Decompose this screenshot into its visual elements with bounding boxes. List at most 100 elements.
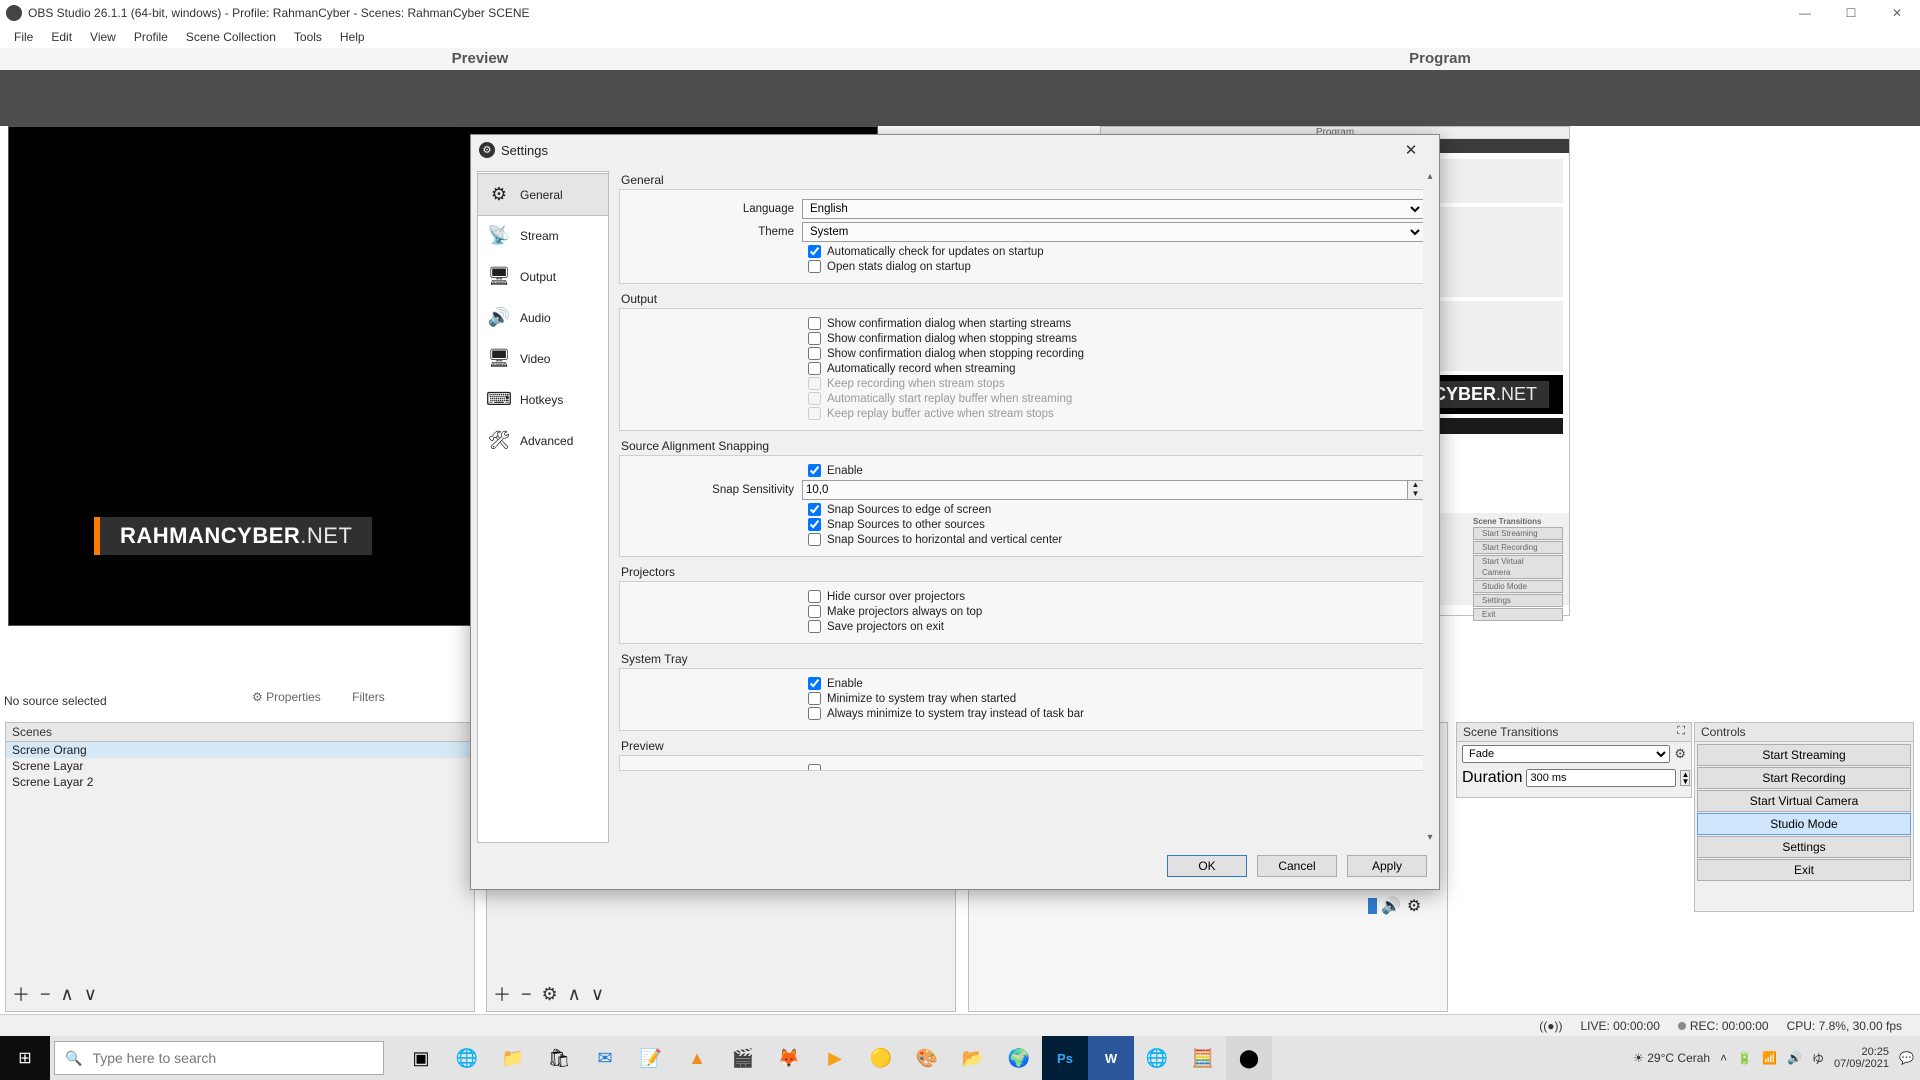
- confirm-stop-stream-checkbox[interactable]: [808, 332, 821, 345]
- transition-select[interactable]: Fade: [1462, 745, 1670, 763]
- sidebar-item-output[interactable]: 🖥Output: [478, 256, 608, 297]
- close-button[interactable]: ✕: [1874, 0, 1920, 26]
- tray-lang-icon[interactable]: ゆ: [1812, 1050, 1824, 1067]
- sidebar-item-general[interactable]: ⚙General: [477, 173, 609, 216]
- sidebar-item-hotkeys[interactable]: ⌨Hotkeys: [478, 379, 608, 420]
- globe-icon[interactable]: 🌐: [1134, 1036, 1180, 1080]
- sidebar-item-audio[interactable]: 🔊Audio: [478, 297, 608, 338]
- apply-button[interactable]: Apply: [1347, 855, 1427, 877]
- scene-item[interactable]: Screne Layar: [6, 758, 474, 774]
- properties-button[interactable]: ⚙ Properties: [252, 690, 335, 704]
- studio-mode-button[interactable]: Studio Mode: [1697, 813, 1911, 835]
- obs-task-icon[interactable]: ⬤: [1226, 1036, 1272, 1080]
- settings-scrollbar[interactable]: ▴ ▾: [1423, 171, 1437, 843]
- save-projectors-checkbox[interactable]: [808, 620, 821, 633]
- snap-other-checkbox[interactable]: [808, 518, 821, 531]
- ok-button[interactable]: OK: [1167, 855, 1247, 877]
- start-recording-button[interactable]: Start Recording: [1697, 767, 1911, 789]
- video-editor-icon[interactable]: 🎬: [720, 1036, 766, 1080]
- maximize-button[interactable]: ☐: [1828, 0, 1874, 26]
- menu-tools[interactable]: Tools: [286, 28, 330, 46]
- settings-button[interactable]: Settings: [1697, 836, 1911, 858]
- scroll-down-icon[interactable]: ▾: [1427, 832, 1432, 843]
- snap-edge-checkbox[interactable]: [808, 503, 821, 516]
- exit-button[interactable]: Exit: [1697, 859, 1911, 881]
- menu-help[interactable]: Help: [332, 28, 373, 46]
- start-button[interactable]: ⊞: [0, 1036, 50, 1080]
- menu-file[interactable]: File: [6, 28, 41, 46]
- snapping-enable-checkbox[interactable]: [808, 464, 821, 477]
- notes-icon[interactable]: 📝: [628, 1036, 674, 1080]
- dialog-close-button[interactable]: ✕: [1391, 141, 1431, 159]
- transitions-expand-icon[interactable]: ⛶: [1677, 725, 1685, 739]
- menu-profile[interactable]: Profile: [126, 28, 176, 46]
- auto-record-checkbox[interactable]: [808, 362, 821, 375]
- start-streaming-button[interactable]: Start Streaming: [1697, 744, 1911, 766]
- speaker-icon[interactable]: 🔊: [1381, 896, 1401, 916]
- sidebar-item-stream[interactable]: 📡Stream: [478, 215, 608, 256]
- scroll-up-icon[interactable]: ▴: [1427, 171, 1432, 182]
- tray-wifi-icon[interactable]: 📶: [1762, 1051, 1777, 1065]
- projectors-top-checkbox[interactable]: [808, 605, 821, 618]
- scene-item[interactable]: Screne Layar 2: [6, 774, 474, 790]
- start-virtual-camera-button[interactable]: Start Virtual Camera: [1697, 790, 1911, 812]
- language-select[interactable]: English: [802, 199, 1424, 219]
- scene-up-button[interactable]: ∧: [61, 984, 74, 1005]
- tray-volume-icon[interactable]: 🔊: [1787, 1051, 1802, 1065]
- menu-scene-collection[interactable]: Scene Collection: [178, 28, 284, 46]
- edge-icon[interactable]: 🌐: [444, 1036, 490, 1080]
- add-source-button[interactable]: ＋: [493, 981, 511, 1007]
- vlc-icon[interactable]: ▲: [674, 1036, 720, 1080]
- photoshop-icon[interactable]: Ps: [1042, 1036, 1088, 1080]
- duration-input[interactable]: [1526, 769, 1676, 787]
- always-minimize-tray-checkbox[interactable]: [808, 707, 821, 720]
- menu-edit[interactable]: Edit: [43, 28, 80, 46]
- theme-select[interactable]: System: [802, 222, 1424, 242]
- remove-scene-button[interactable]: −: [40, 984, 51, 1005]
- firefox-icon[interactable]: 🦊: [766, 1036, 812, 1080]
- systray-enable-checkbox[interactable]: [808, 677, 821, 690]
- weather-widget[interactable]: ☀ 29°C Cerah: [1633, 1051, 1710, 1065]
- auto-update-checkbox[interactable]: [808, 245, 821, 258]
- source-down-button[interactable]: ∨: [591, 984, 604, 1005]
- folder2-icon[interactable]: 📂: [950, 1036, 996, 1080]
- scenes-list[interactable]: Screne Orang Screne Layar Screne Layar 2: [6, 742, 474, 790]
- scene-item[interactable]: Screne Orang: [6, 742, 474, 758]
- taskbar-search[interactable]: 🔍 Type here to search: [54, 1041, 384, 1075]
- paint-icon[interactable]: 🎨: [904, 1036, 950, 1080]
- dialog-titlebar[interactable]: Settings ✕: [471, 135, 1439, 165]
- remove-source-button[interactable]: −: [521, 984, 532, 1005]
- tray-battery-icon[interactable]: 🔋: [1737, 1051, 1752, 1065]
- minimize-button[interactable]: —: [1782, 0, 1828, 26]
- calculator-icon[interactable]: 🧮: [1180, 1036, 1226, 1080]
- sidebar-item-advanced[interactable]: 🛠Advanced: [478, 420, 608, 461]
- audio-settings-icon[interactable]: ⚙: [1407, 896, 1421, 916]
- snap-center-checkbox[interactable]: [808, 533, 821, 546]
- notifications-icon[interactable]: 💬: [1899, 1051, 1914, 1065]
- store-icon[interactable]: 🛍: [536, 1036, 582, 1080]
- preview-hidden-checkbox[interactable]: [808, 764, 821, 771]
- minimize-tray-checkbox[interactable]: [808, 692, 821, 705]
- filters-button[interactable]: Filters: [352, 690, 399, 704]
- word-icon[interactable]: W: [1088, 1036, 1134, 1080]
- mail-icon[interactable]: ✉: [582, 1036, 628, 1080]
- menu-view[interactable]: View: [82, 28, 124, 46]
- scene-down-button[interactable]: ∨: [84, 984, 97, 1005]
- browser2-icon[interactable]: 🌍: [996, 1036, 1042, 1080]
- tray-chevron-icon[interactable]: ˄: [1720, 1051, 1727, 1065]
- media-player-icon[interactable]: ▶: [812, 1036, 858, 1080]
- snap-sensitivity-input[interactable]: [802, 480, 1408, 500]
- cancel-button[interactable]: Cancel: [1257, 855, 1337, 877]
- chrome-icon[interactable]: 🟡: [858, 1036, 904, 1080]
- hide-cursor-checkbox[interactable]: [808, 590, 821, 603]
- source-up-button[interactable]: ∧: [568, 984, 581, 1005]
- duration-spinner[interactable]: ▲▼: [1680, 770, 1690, 786]
- explorer-icon[interactable]: 📁: [490, 1036, 536, 1080]
- source-settings-button[interactable]: ⚙: [542, 984, 558, 1005]
- open-stats-checkbox[interactable]: [808, 260, 821, 273]
- add-scene-button[interactable]: ＋: [12, 981, 30, 1007]
- tray-clock[interactable]: 20:25 07/09/2021: [1834, 1046, 1889, 1070]
- confirm-start-stream-checkbox[interactable]: [808, 317, 821, 330]
- sidebar-item-video[interactable]: 🖥Video: [478, 338, 608, 379]
- transition-settings-icon[interactable]: ⚙: [1674, 746, 1686, 762]
